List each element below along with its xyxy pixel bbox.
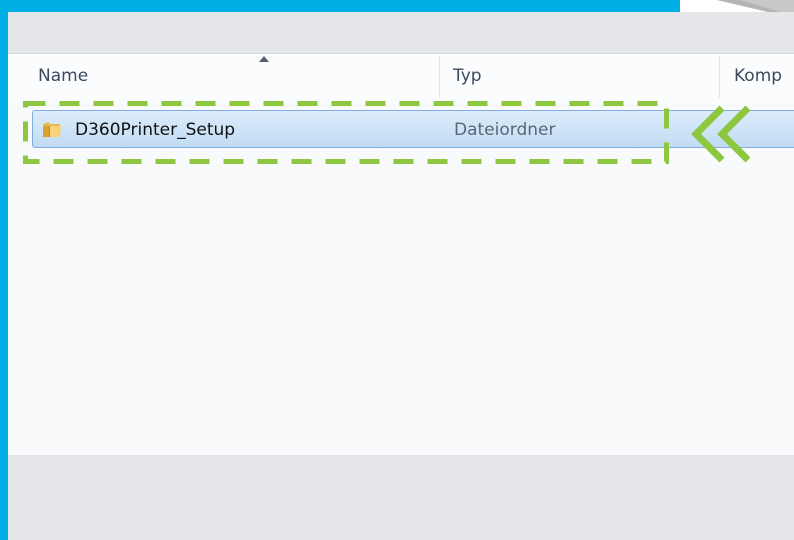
- column-header-compressed[interactable]: Komp: [734, 54, 794, 104]
- footer-panel: [8, 455, 794, 540]
- double-chevron-left-icon: [691, 105, 751, 163]
- column-separator[interactable]: [439, 56, 440, 98]
- column-compressed-label: Komp: [734, 66, 783, 86]
- column-separator[interactable]: [719, 56, 720, 98]
- column-name-label: Name: [38, 66, 89, 86]
- explorer-window: Name Typ Komp D360Printer_Setup Dateiord…: [8, 12, 794, 540]
- column-type-label: Typ: [453, 66, 482, 86]
- column-header-type[interactable]: Typ: [453, 54, 733, 104]
- frame-top: [0, 0, 680, 12]
- sort-ascending-icon: [259, 56, 269, 62]
- highlight-annotation-box: [23, 101, 669, 164]
- frame-left: [0, 0, 8, 540]
- column-header-name[interactable]: Name: [38, 54, 438, 104]
- column-header: Name Typ Komp: [8, 54, 794, 104]
- toolbar: [8, 12, 794, 54]
